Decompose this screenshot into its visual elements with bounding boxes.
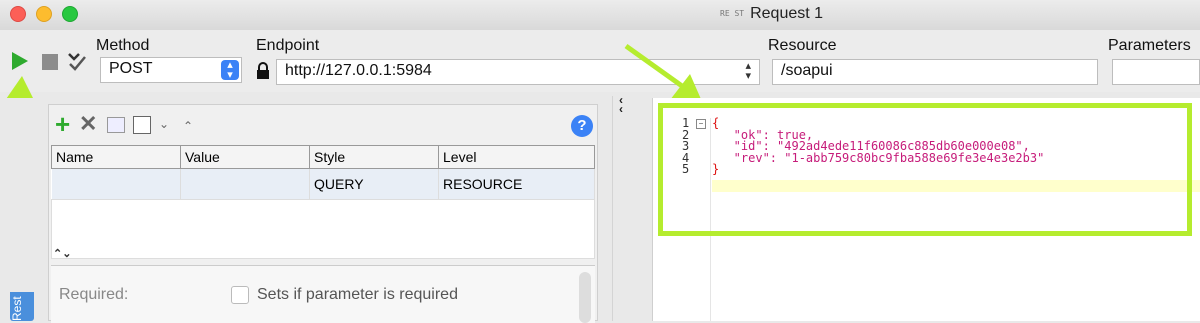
param-settings-icon[interactable] [133, 116, 151, 134]
add-parameter-icon[interactable]: + [55, 109, 70, 140]
chevron-updown-icon[interactable]: ▴ ▾ [745, 61, 751, 82]
move-params-icon[interactable] [107, 117, 125, 133]
move-up-icon[interactable]: ⌃ [183, 119, 193, 133]
lock-icon [257, 62, 269, 79]
splitter-collapse-icon[interactable]: ‹ ‹ [619, 94, 623, 115]
minimize-window-button[interactable] [36, 6, 52, 22]
column-header-name[interactable]: Name [51, 145, 181, 169]
parameters-label: Parameters [1108, 37, 1191, 54]
resource-label: Resource [768, 37, 837, 54]
param-style-cell[interactable]: QUERY [309, 168, 439, 199]
help-icon[interactable]: ? [571, 115, 593, 137]
collapse-toggle[interactable]: ⌃⌄ [53, 247, 71, 260]
zoom-window-button[interactable] [62, 6, 78, 22]
resource-input[interactable]: /soapui [772, 59, 1098, 85]
param-name-cell[interactable] [51, 168, 181, 199]
close-window-button[interactable] [10, 6, 26, 22]
scrollbar[interactable] [579, 272, 591, 323]
parameter-details: Required: Sets if parameter is required [51, 265, 595, 323]
window-title: RE ST Request 1 [720, 5, 824, 22]
column-header-value[interactable]: Value [180, 145, 310, 169]
required-label: Required: [59, 286, 129, 303]
table-empty-area [51, 199, 595, 259]
chevron-updown-icon[interactable]: ▴ ▾ [221, 60, 239, 81]
stop-icon[interactable] [42, 54, 58, 70]
rest-side-tab[interactable]: Rest [10, 292, 34, 321]
remove-parameter-icon[interactable]: ✕ [79, 111, 97, 137]
parameters-table: Name Value Style Level QUERY RESOURCE [51, 145, 595, 199]
param-level-cell[interactable]: RESOURCE [438, 168, 595, 199]
play-icon[interactable] [8, 50, 32, 72]
move-down-icon[interactable]: ⌄ [159, 117, 169, 131]
auto-resize-icon[interactable] [66, 50, 88, 72]
column-header-style[interactable]: Style [309, 145, 439, 169]
rest-request-icon: RE ST [720, 8, 745, 18]
param-value-cell[interactable] [180, 168, 310, 199]
parameters-panel: + ✕ ⌄ ⌃ ? Name Value Style Level QUERY R… [48, 104, 598, 323]
window-titlebar: RE ST Request 1 [0, 0, 1200, 31]
method-label: Method [96, 37, 150, 54]
required-checkbox-label: Sets if parameter is required [257, 286, 458, 303]
endpoint-label: Endpoint [256, 37, 320, 54]
splitter[interactable]: ‹ ‹ [612, 94, 633, 321]
required-checkbox[interactable] [231, 286, 249, 304]
method-select[interactable]: POST ▴ ▾ [100, 57, 242, 83]
parameters-input[interactable] [1112, 59, 1200, 85]
table-row[interactable]: QUERY RESOURCE [51, 168, 595, 199]
annotation-highlight-box [658, 103, 1192, 236]
column-header-level[interactable]: Level [438, 145, 595, 169]
